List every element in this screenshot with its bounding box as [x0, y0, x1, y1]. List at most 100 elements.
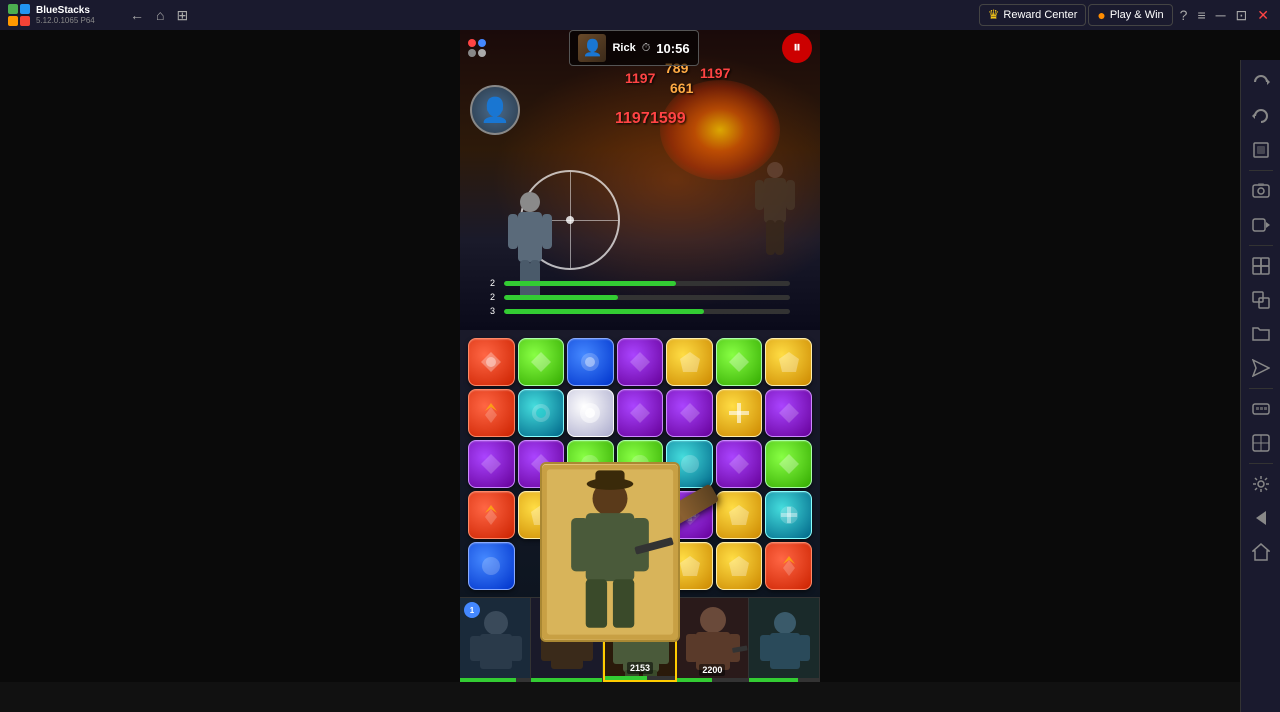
play-win-button[interactable]: ● Play & Win [1088, 4, 1172, 26]
bluestacks-logo-area: BlueStacks 5.12.0.1065 P64 [0, 4, 120, 26]
gem-inner [477, 348, 505, 376]
gem-r1c3[interactable] [567, 338, 614, 386]
palette-light [478, 49, 486, 57]
screenshot-button[interactable] [1245, 175, 1277, 207]
gem-r4c6[interactable] [716, 491, 763, 539]
hp-fill-2 [504, 295, 618, 300]
home-button[interactable]: ⌂ [152, 5, 168, 25]
hud-center: 👤 Rick ⏱ 10:56 [569, 30, 698, 66]
character-thumbnail: 👤 [578, 34, 606, 62]
close-button[interactable]: ✕ [1252, 0, 1274, 30]
hp-num-2: 2 [490, 292, 500, 302]
play-win-label: Play & Win [1110, 9, 1164, 21]
right-sidebar [1240, 60, 1280, 712]
hp-num-3: 3 [490, 306, 500, 316]
char-card-4[interactable]: 2200 [677, 598, 748, 682]
hp-bar-2: 2 [490, 292, 790, 302]
top-hud: 👤 Rick ⏱ 10:56 ⏸ [460, 30, 820, 66]
grid-row-1 [468, 338, 812, 386]
gem-inner [775, 348, 803, 376]
keymapping-button[interactable] [1245, 393, 1277, 425]
sync-button[interactable] [1245, 100, 1277, 132]
gem-inner [527, 348, 555, 376]
minimize-button[interactable]: ─ [1211, 0, 1231, 30]
gem-r1c7[interactable] [765, 338, 812, 386]
damage-number-4: 1197 [700, 65, 730, 81]
bluestacks-logo-icon [8, 4, 30, 26]
char-stat-3: 2153 [627, 662, 653, 674]
gem-inner [576, 399, 604, 427]
gem-r1c2[interactable] [518, 338, 565, 386]
clock-icon: ⏱ [642, 42, 651, 55]
grid-row-2 [468, 389, 812, 437]
gem-r1c1[interactable] [468, 338, 515, 386]
titlebar-nav: ← ⌂ ⊞ [120, 5, 198, 26]
multiinstance2-button[interactable] [1245, 284, 1277, 316]
char-level-1: 1 [464, 602, 480, 618]
layers-button[interactable] [1245, 134, 1277, 166]
damage-number-3: 661 [670, 80, 693, 96]
maximize-button[interactable]: ⊡ [1231, 0, 1253, 30]
game-canvas[interactable]: 👤 Rick ⏱ 10:56 ⏸ 👤 [460, 30, 820, 682]
app-version: 5.12.0.1065 P64 [36, 16, 95, 25]
bluestacks-title: BlueStacks 5.12.0.1065 P64 [36, 5, 95, 25]
gem-inner [725, 399, 753, 427]
gem-r4c7[interactable] [765, 491, 812, 539]
char-card-1[interactable]: 1 [460, 598, 531, 682]
gem-r2c6-cross[interactable] [716, 389, 763, 437]
gem-r1c5[interactable] [666, 338, 713, 386]
folder-button[interactable] [1245, 318, 1277, 350]
sidebar-divider-2 [1249, 245, 1273, 246]
gem-r2c5[interactable] [666, 389, 713, 437]
gem-r5c6[interactable] [716, 542, 763, 590]
back-button[interactable]: ← [126, 5, 148, 25]
gem-r2c4[interactable] [617, 389, 664, 437]
gem-r2c3[interactable] [567, 389, 614, 437]
gem-r3c6[interactable] [716, 440, 763, 488]
character-art-popup [540, 462, 680, 642]
reward-center-button[interactable]: ♛ Reward Center [979, 4, 1087, 26]
record-button[interactable] [1245, 209, 1277, 241]
pause-button[interactable]: ⏸ [782, 33, 812, 63]
sidebar-divider-3 [1249, 388, 1273, 389]
back-nav-button[interactable] [1245, 502, 1277, 534]
gem-r5c1[interactable] [468, 542, 515, 590]
titlebar-right: ♛ Reward Center ● Play & Win ? ≡ ─ ⊡ ✕ [979, 0, 1280, 30]
color-palette-icon [468, 39, 486, 57]
gem-inner [626, 399, 654, 427]
gem-r4c1[interactable] [468, 491, 515, 539]
pause-icon: ⏸ [793, 39, 801, 57]
hp-fill-1 [504, 281, 676, 286]
home-nav-button[interactable] [1245, 536, 1277, 568]
gem-inner [477, 501, 505, 529]
timer-display: 10:56 [656, 41, 689, 56]
rotate-button[interactable] [1245, 66, 1277, 98]
settings-button[interactable] [1245, 468, 1277, 500]
hp-num-1: 2 [490, 278, 500, 288]
gem-r3c7[interactable] [765, 440, 812, 488]
gem-r5c7[interactable] [765, 542, 812, 590]
character-art-bg [540, 462, 680, 642]
titlebar-actions: ? ≡ ─ ⊡ ✕ [1175, 0, 1274, 30]
gem-inner [676, 399, 704, 427]
char-card-5[interactable] [749, 598, 820, 682]
gem-r1c6[interactable] [716, 338, 763, 386]
menu-button[interactable]: ≡ [1192, 0, 1210, 30]
gem-r1c4[interactable] [617, 338, 664, 386]
recent-button[interactable]: ⊞ [172, 5, 192, 26]
send-button[interactable] [1245, 352, 1277, 384]
gem-inner [527, 399, 555, 427]
multiinstance-button[interactable] [1245, 250, 1277, 282]
hp-bars: 2 2 3 [490, 278, 790, 320]
play-win-icon: ● [1097, 7, 1105, 23]
gem-r2c1[interactable] [468, 389, 515, 437]
gem-r3c1[interactable] [468, 440, 515, 488]
gem-r2c7[interactable] [765, 389, 812, 437]
gamecontrols-button[interactable] [1245, 427, 1277, 459]
gem-inner [725, 450, 753, 478]
palette-red [468, 39, 476, 47]
palette-blue [478, 39, 486, 47]
gem-r2c2[interactable] [518, 389, 565, 437]
gem-inner [775, 450, 803, 478]
help-button[interactable]: ? [1175, 0, 1193, 30]
